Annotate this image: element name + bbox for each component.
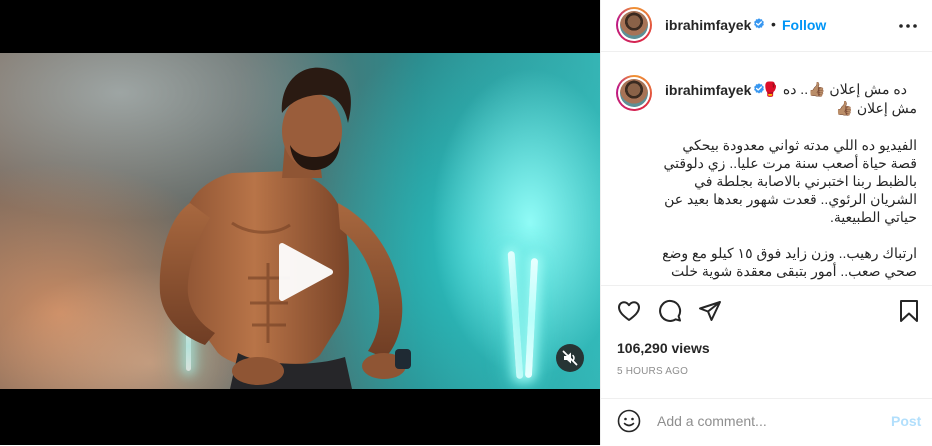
caption-line: مش إعلان 👍🏽 [835,100,917,116]
wristwatch [395,349,411,369]
comment-icon [659,299,682,322]
like-button[interactable] [617,299,641,323]
comment-button[interactable] [658,299,682,323]
post-comment-button[interactable]: Post [891,413,921,429]
caption-paragraph: ارتباك رهيب.. وزن زايد فوق ١٥ كيلو مع وض… [662,245,917,279]
comment-bar: Post [601,398,932,446]
separator-dot: • [771,16,776,32]
caption-paragraph: الفيديو ده اللي مدته ثواني معدودة بيحكي … [663,137,917,225]
post-timestamp[interactable]: 5 HOURS AGO [617,366,688,377]
follow-button[interactable]: Follow [782,17,826,33]
instagram-post-view: ibrahimfayek • Follow ibrahimfayek ده مش… [0,0,932,445]
video-frame[interactable] [0,53,600,389]
more-options-icon [899,24,917,28]
play-button[interactable] [272,240,336,304]
more-options-button[interactable] [897,16,919,36]
post-caption: ibrahimfayek ده مش إعلان 👍🏽.. ده 🥊 مش إع… [601,52,932,284]
post-details-panel: ibrahimfayek • Follow ibrahimfayek ده مش… [600,0,932,445]
emoji-button[interactable] [617,409,641,433]
share-button[interactable] [698,299,722,323]
comment-input[interactable] [657,412,867,430]
save-button[interactable] [897,299,921,323]
verified-badge-icon [754,18,764,29]
avatar[interactable] [616,7,652,43]
header-username-link[interactable]: ibrahimfayek [665,17,751,33]
share-icon [699,301,721,321]
heart-icon [618,301,640,321]
caption-line: ده مش إعلان 👍🏽.. ده 🥊 [761,81,907,97]
view-count[interactable]: 106,290 views [617,340,710,356]
muted-speaker-icon [562,350,578,366]
profile-photo [620,11,648,39]
smiley-icon [617,409,641,433]
mute-toggle-button[interactable] [556,344,584,372]
post-header: ibrahimfayek • Follow [601,0,932,52]
play-icon [279,243,333,301]
athlete-figure [159,67,411,389]
post-actions: 106,290 views 5 HOURS AGO [601,285,932,416]
video-player[interactable] [0,0,600,445]
bookmark-icon [900,300,918,322]
